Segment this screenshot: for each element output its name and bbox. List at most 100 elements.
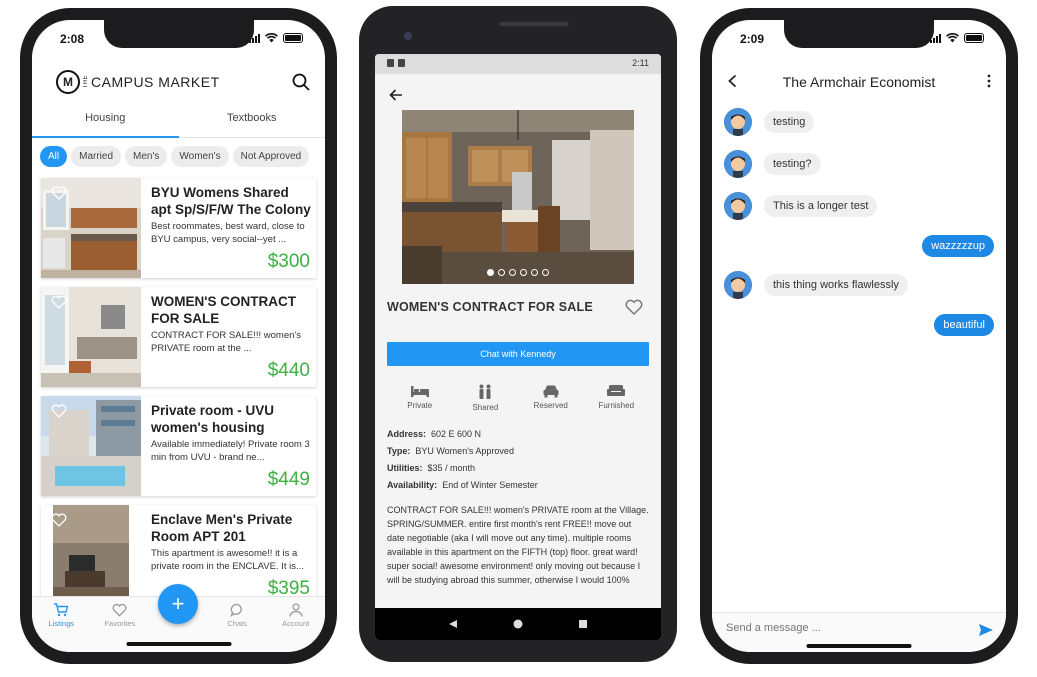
filter-womens[interactable]: Women's bbox=[171, 146, 229, 167]
amenity-label: Furnished bbox=[598, 401, 635, 410]
filter-married[interactable]: Married bbox=[71, 146, 122, 167]
favorite-heart-icon[interactable] bbox=[51, 186, 67, 200]
amenity-furnished: Furnished bbox=[584, 384, 650, 412]
search-icon[interactable] bbox=[291, 72, 311, 92]
chat-with-seller-button[interactable]: Chat with Kennedy bbox=[387, 342, 649, 366]
incoming-bubble: testing bbox=[764, 111, 815, 133]
carousel-dot[interactable] bbox=[520, 269, 527, 276]
app-header: M THE CAMPUS MARKET bbox=[32, 68, 325, 104]
property-address: Address: 602 E 600 N bbox=[387, 429, 482, 439]
phone-chat: 2:09 The Armchair Economist testing test… bbox=[700, 8, 1018, 664]
favorite-heart-icon[interactable] bbox=[51, 513, 67, 527]
send-icon[interactable] bbox=[978, 623, 994, 637]
logo-the: THE bbox=[83, 75, 89, 89]
logo-name: CAMPUS MARKET bbox=[91, 74, 220, 90]
user-avatar-icon bbox=[724, 271, 752, 299]
status-bar: 2:11 bbox=[375, 54, 661, 74]
heart-icon bbox=[112, 603, 127, 617]
incoming-bubble: this thing works flawlessly bbox=[764, 274, 908, 296]
car-icon bbox=[543, 385, 559, 398]
listing-card[interactable]: Private room - UVU women's housing Avail… bbox=[41, 396, 316, 496]
message-input[interactable] bbox=[726, 622, 956, 634]
user-avatar-icon bbox=[724, 150, 752, 178]
recents-nav-icon[interactable] bbox=[578, 619, 588, 629]
listing-description: This apartment is awesome!! it is a priv… bbox=[151, 548, 304, 572]
wifi-icon bbox=[946, 33, 959, 43]
carousel-dot[interactable] bbox=[531, 269, 538, 276]
carousel-dot[interactable] bbox=[542, 269, 549, 276]
property-type: Type: BYU Women's Approved bbox=[387, 446, 514, 456]
battery-icon bbox=[283, 33, 303, 43]
person-icon bbox=[289, 603, 303, 617]
tab-housing[interactable]: Housing bbox=[32, 106, 179, 138]
listing-price: $449 bbox=[267, 469, 310, 490]
sofa-icon bbox=[607, 385, 626, 396]
cart-icon bbox=[54, 603, 69, 617]
status-time: 2:11 bbox=[632, 58, 649, 68]
notch bbox=[784, 20, 934, 48]
nav-listings[interactable]: Listings bbox=[32, 597, 91, 652]
status-icons bbox=[249, 33, 303, 43]
carousel-dot[interactable] bbox=[487, 269, 494, 276]
filter-mens[interactable]: Men's bbox=[125, 146, 168, 167]
wifi-icon bbox=[265, 33, 278, 43]
photo-carousel[interactable] bbox=[402, 110, 634, 284]
notch bbox=[103, 20, 254, 48]
more-options-icon[interactable] bbox=[986, 74, 992, 88]
android-nav-bar bbox=[375, 608, 661, 640]
nav-account[interactable]: Account bbox=[266, 597, 325, 652]
listing-card[interactable]: WOMEN'S CONTRACT FOR SALE CONTRACT FOR S… bbox=[41, 287, 316, 387]
listing-description: CONTRACT FOR SALE!!! women's PRIVATE roo… bbox=[387, 505, 649, 585]
listing-price: $440 bbox=[267, 360, 310, 381]
nav-chats-label: Chats bbox=[227, 619, 247, 628]
incoming-bubble: testing? bbox=[764, 153, 821, 175]
filter-not-approved[interactable]: Not Approved bbox=[232, 146, 310, 167]
listing-properties: Address: 602 E 600 N Type: BYU Women's App… bbox=[387, 426, 538, 494]
favorite-heart-icon[interactable] bbox=[625, 299, 643, 315]
listing-description: Best roommates, best ward, close to BYU … bbox=[151, 221, 305, 245]
listing-title: BYU Womens Shared apt Sp/S/F/W The Colon… bbox=[151, 185, 311, 217]
message-row: This is a longer test bbox=[712, 192, 1006, 222]
back-nav-icon[interactable] bbox=[448, 619, 458, 629]
amenity-private: Private bbox=[387, 384, 453, 412]
category-tabs: Housing Textbooks bbox=[32, 106, 325, 138]
message-row: beautiful bbox=[712, 313, 1006, 343]
listing-price: $300 bbox=[267, 251, 310, 272]
home-nav-icon[interactable] bbox=[513, 619, 523, 629]
carousel-dot[interactable] bbox=[509, 269, 516, 276]
amenity-label: Reserved bbox=[533, 401, 568, 410]
bed-icon bbox=[410, 386, 429, 397]
listing-title: WOMEN'S CONTRACT FOR SALE bbox=[387, 300, 593, 314]
phone-listings: 2:08 M THE CAMPUS MARKET Housing Textboo… bbox=[20, 8, 337, 664]
tab-textbooks[interactable]: Textbooks bbox=[179, 106, 326, 137]
avatar bbox=[724, 150, 752, 178]
chat-title: The Armchair Economist bbox=[782, 74, 936, 90]
add-listing-button[interactable]: + bbox=[158, 584, 198, 624]
chat-header: The Armchair Economist bbox=[712, 70, 1006, 94]
filter-all[interactable]: All bbox=[40, 146, 68, 167]
chat-icon bbox=[229, 603, 242, 617]
listings-screen: 2:08 M THE CAMPUS MARKET Housing Textboo… bbox=[32, 20, 325, 652]
avatar bbox=[724, 271, 752, 299]
people-icon bbox=[479, 384, 491, 399]
favorite-heart-icon[interactable] bbox=[51, 295, 67, 309]
avatar bbox=[724, 108, 752, 136]
notification-icons bbox=[387, 59, 405, 67]
message-row: wazzzzzup bbox=[712, 234, 1006, 264]
favorite-heart-icon[interactable] bbox=[51, 404, 67, 418]
back-arrow-icon[interactable] bbox=[389, 88, 403, 102]
property-utilities: Utilities: $35 / month bbox=[387, 463, 476, 473]
listing-description: CONTRACT FOR SALE!!! women's PRIVATE roo… bbox=[151, 330, 301, 354]
status-time: 2:09 bbox=[740, 32, 765, 46]
phone-listing-detail: 2:11 WOMEN'S CONTRACT FOR SALE Chat with… bbox=[359, 6, 677, 662]
listing-photo bbox=[402, 110, 634, 284]
earpiece bbox=[499, 22, 569, 26]
carousel-dot[interactable] bbox=[498, 269, 505, 276]
message-row: testing? bbox=[712, 150, 1006, 180]
listing-title: WOMEN'S CONTRACT FOR SALE bbox=[151, 294, 296, 326]
outgoing-bubble: beautiful bbox=[934, 314, 994, 336]
amenity-shared: Shared bbox=[453, 384, 519, 412]
listing-card[interactable]: BYU Womens Shared apt Sp/S/F/W The Colon… bbox=[41, 178, 316, 278]
user-avatar-icon bbox=[724, 192, 752, 220]
front-camera bbox=[404, 32, 412, 40]
